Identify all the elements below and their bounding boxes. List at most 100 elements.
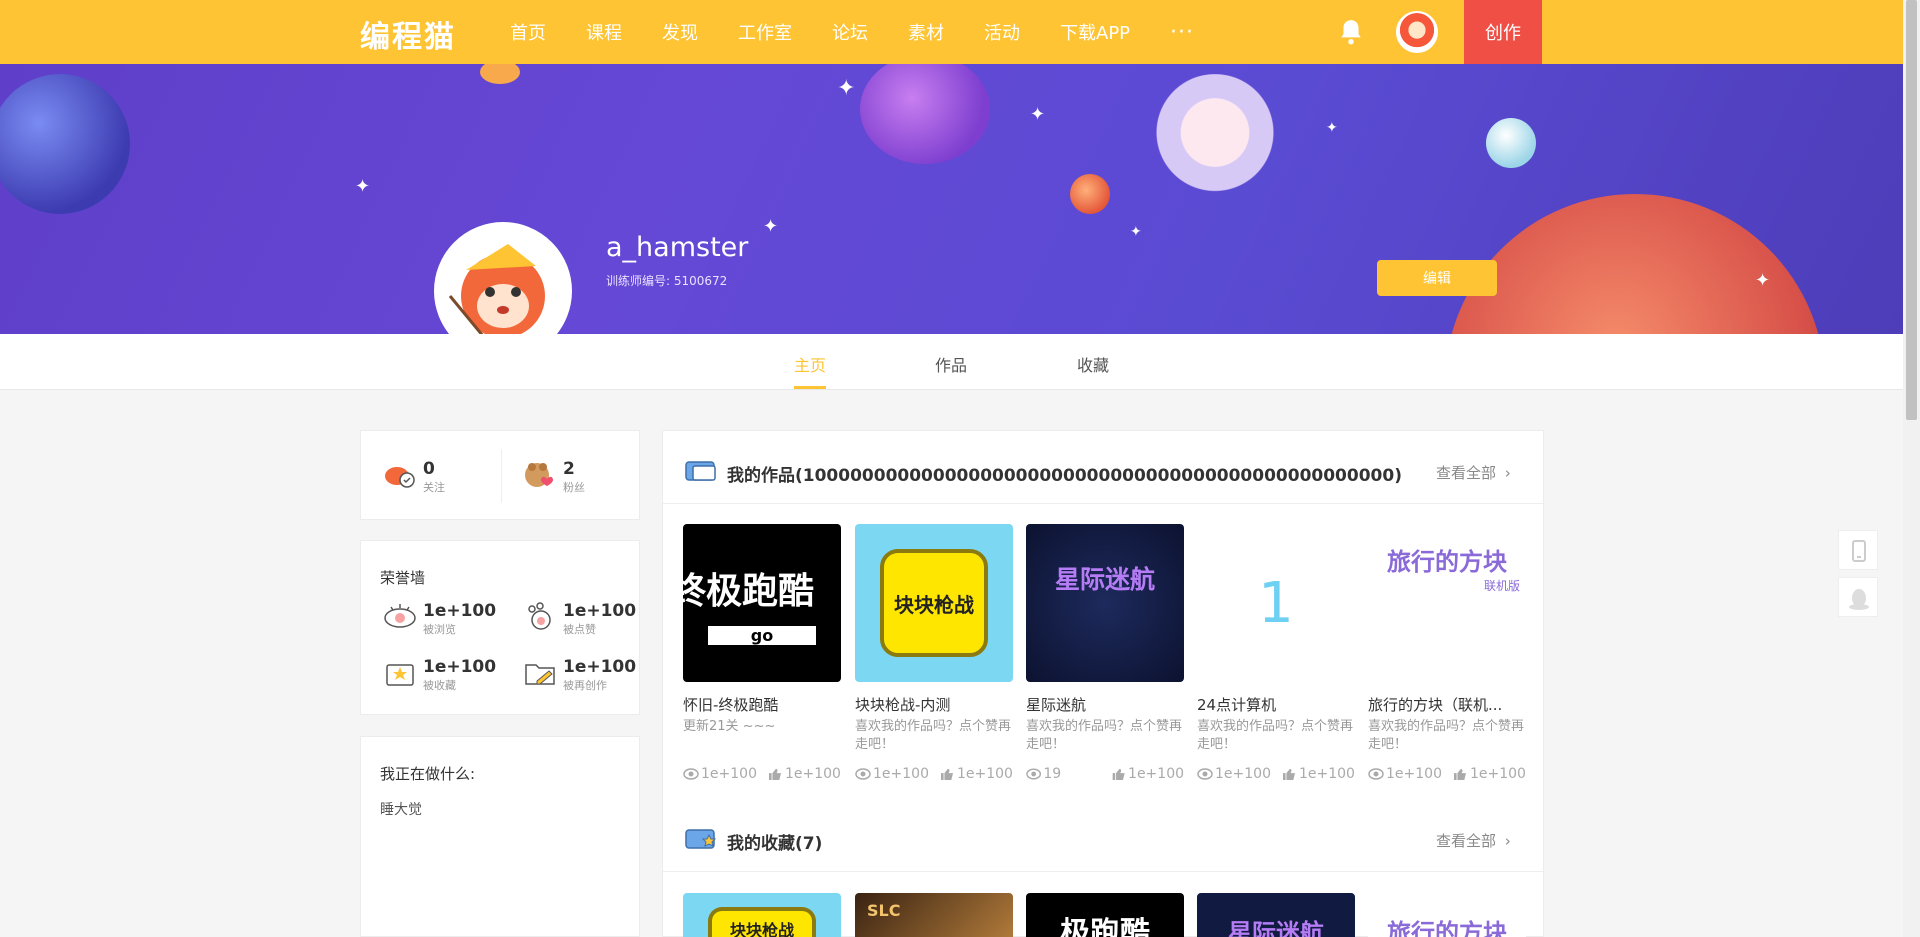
favorite-thumbnail[interactable]: 极跑酷 bbox=[1026, 893, 1184, 937]
nav-events[interactable]: 活动 bbox=[984, 19, 1020, 45]
section-divider bbox=[663, 871, 1543, 872]
thumbs-up-icon bbox=[768, 768, 781, 780]
thumbs-up-icon bbox=[1453, 768, 1466, 780]
work-description: 喜欢我的作品吗？点个赞再走吧！ bbox=[855, 719, 1012, 752]
planet-decoration bbox=[1070, 174, 1110, 214]
tab-home[interactable]: 主页 bbox=[794, 352, 826, 376]
work-description: 喜欢我的作品吗？点个赞再走吧！ bbox=[1197, 719, 1354, 752]
work-likes: 1e+100 bbox=[1469, 766, 1526, 782]
work-likes: 1e+100 bbox=[956, 766, 1013, 782]
mobile-app-tool[interactable] bbox=[1838, 530, 1878, 570]
thumbnail-text: 星际迷航 bbox=[1054, 565, 1155, 594]
main-nav: 首页 课程 发现 工作室 论坛 素材 活动 下载APP ··· bbox=[510, 0, 1194, 64]
favorite-thumb-text: 块块枪战 bbox=[708, 907, 816, 937]
star-decoration: ✦ bbox=[837, 76, 856, 101]
works-view-all-link[interactable]: 查看全部 › bbox=[1436, 462, 1511, 483]
honor-likes-label: 被点赞 bbox=[563, 623, 596, 636]
views-icon bbox=[1368, 768, 1384, 780]
nav-materials[interactable]: 素材 bbox=[908, 19, 944, 45]
favorite-thumbnail[interactable]: 块块枪战 bbox=[683, 893, 841, 937]
user-avatar[interactable] bbox=[1396, 11, 1438, 53]
work-title[interactable]: 星际迷航 bbox=[1026, 694, 1184, 715]
work-card[interactable]: 块块枪战 块块枪战-内测 喜欢我的作品吗？点个赞再走吧！ 1e+100 1e+1… bbox=[855, 524, 1013, 782]
star-decoration: ✦ bbox=[355, 176, 371, 197]
star-decoration: ✦ bbox=[1130, 224, 1142, 240]
work-thumbnail[interactable]: 旅行的方块 联机版 bbox=[1368, 524, 1526, 682]
planet-decoration bbox=[860, 64, 990, 164]
nav-download-app[interactable]: 下载APP bbox=[1060, 19, 1130, 45]
work-thumbnail[interactable]: 星际迷航 bbox=[1026, 524, 1184, 682]
planet-decoration bbox=[1445, 194, 1825, 334]
section-divider bbox=[663, 503, 1543, 504]
tab-works[interactable]: 作品 bbox=[935, 352, 967, 376]
work-title[interactable]: 怀旧-终极跑酷 bbox=[683, 694, 841, 715]
work-stats: 1e+100 1e+100 bbox=[855, 766, 1013, 782]
profile-banner: ✦ ✦ ✦ ✦ ✦ ✦ ✦ a_hamster 训练师编号: 5100672 编… bbox=[0, 64, 1903, 334]
favorites-view-all-label: 查看全部 bbox=[1436, 832, 1497, 850]
work-card[interactable]: 旅行的方块 联机版 旅行的方块（联机... 喜欢我的作品吗？点个赞再走吧！ 1e… bbox=[1368, 524, 1526, 782]
work-card[interactable]: 星际迷航 星际迷航 喜欢我的作品吗？点个赞再走吧！ 19 1e+100 bbox=[1026, 524, 1184, 782]
views-icon bbox=[1197, 768, 1213, 780]
work-stats: 19 1e+100 bbox=[1026, 766, 1184, 782]
top-navigation-bar: 编程猫 首页 课程 发现 工作室 论坛 素材 活动 下载APP ··· 创作 bbox=[0, 0, 1903, 64]
page-scrollbar-thumb[interactable] bbox=[1906, 0, 1917, 420]
work-card[interactable]: 1 24点计算机 喜欢我的作品吗？点个赞再走吧！ 1e+100 1e+100 bbox=[1197, 524, 1355, 782]
thumbnail-text: 终极跑酷 bbox=[683, 570, 814, 612]
honor-title: 荣誉墙 bbox=[380, 569, 426, 587]
work-stats: 1e+100 1e+100 bbox=[683, 766, 841, 782]
edit-profile-button[interactable]: 编辑 bbox=[1377, 260, 1497, 296]
planet-decoration bbox=[480, 64, 520, 84]
work-thumbnail[interactable]: 终极跑酷 go bbox=[683, 524, 841, 682]
active-tab-indicator bbox=[794, 386, 826, 389]
work-title[interactable]: 24点计算机 bbox=[1197, 694, 1355, 715]
honor-favorites-value: 1e+100 bbox=[423, 657, 497, 677]
planet-decoration bbox=[1486, 118, 1536, 168]
work-card[interactable]: 终极跑酷 go 怀旧-终极跑酷 更新21关 ~~~ 1e+100 1e+100 bbox=[683, 524, 841, 782]
following-stat[interactable]: 0 关注 bbox=[423, 459, 445, 495]
favorite-thumbnail[interactable]: 旅行的方块 bbox=[1368, 893, 1526, 937]
thumbs-up-icon bbox=[1112, 768, 1125, 780]
favorites-view-all-link[interactable]: 查看全部 › bbox=[1436, 830, 1511, 851]
status-text: 睡大觉 bbox=[380, 802, 422, 818]
work-likes: 1e+100 bbox=[784, 766, 841, 782]
honor-favorites: 1e+100 被收藏 bbox=[423, 657, 496, 693]
favorite-thumbnail[interactable]: SLC bbox=[855, 893, 1013, 937]
notification-bell-icon[interactable] bbox=[1338, 18, 1364, 46]
work-views: 1e+100 bbox=[701, 766, 757, 782]
fans-stat[interactable]: 2 粉丝 bbox=[563, 459, 585, 495]
tab-favorites[interactable]: 收藏 bbox=[1077, 352, 1109, 376]
site-logo[interactable]: 编程猫 bbox=[360, 12, 456, 56]
status-card: 我正在做什么: 睡大觉 bbox=[360, 736, 640, 937]
thumbnail-text: 旅行的方块 bbox=[1387, 548, 1507, 576]
nav-forum[interactable]: 论坛 bbox=[832, 19, 868, 45]
work-thumbnail[interactable]: 1 bbox=[1197, 524, 1355, 682]
chevron-right-icon: › bbox=[1504, 464, 1511, 482]
favorite-thumb-text: 星际迷航 bbox=[1228, 919, 1324, 937]
following-icon bbox=[385, 467, 415, 488]
profile-avatar[interactable] bbox=[434, 222, 572, 334]
thumbs-up-icon bbox=[1282, 768, 1295, 780]
profile-username: a_hamster bbox=[606, 232, 749, 263]
hamster-avatar-icon bbox=[448, 244, 545, 334]
work-thumbnail[interactable]: 块块枪战 bbox=[855, 524, 1013, 682]
work-title[interactable]: 块块枪战-内测 bbox=[855, 694, 1013, 715]
work-views: 19 bbox=[1043, 766, 1062, 782]
nav-courses[interactable]: 课程 bbox=[586, 19, 622, 45]
star-decoration: ✦ bbox=[1755, 270, 1771, 291]
trainer-id: 训练师编号: 5100672 bbox=[606, 274, 728, 288]
work-title[interactable]: 旅行的方块（联机... bbox=[1368, 694, 1526, 715]
create-button[interactable]: 创作 bbox=[1464, 0, 1542, 64]
honor-remix-value: 1e+100 bbox=[563, 657, 637, 677]
favorite-thumbnail[interactable]: 星际迷航 bbox=[1197, 893, 1355, 937]
nav-studio[interactable]: 工作室 bbox=[738, 19, 792, 45]
favorite-thumb-text: 极跑酷 bbox=[1060, 916, 1150, 937]
views-icon bbox=[1026, 768, 1042, 780]
favorites-box-icon bbox=[386, 664, 414, 686]
thumbnail-subtext: 联机版 bbox=[1483, 579, 1520, 593]
fans-label: 粉丝 bbox=[563, 481, 585, 494]
nav-home[interactable]: 首页 bbox=[510, 19, 546, 45]
work-likes: 1e+100 bbox=[1298, 766, 1355, 782]
feedback-tool[interactable] bbox=[1838, 577, 1878, 617]
nav-discover[interactable]: 发现 bbox=[662, 19, 698, 45]
nav-more-icon[interactable]: ··· bbox=[1170, 20, 1194, 45]
